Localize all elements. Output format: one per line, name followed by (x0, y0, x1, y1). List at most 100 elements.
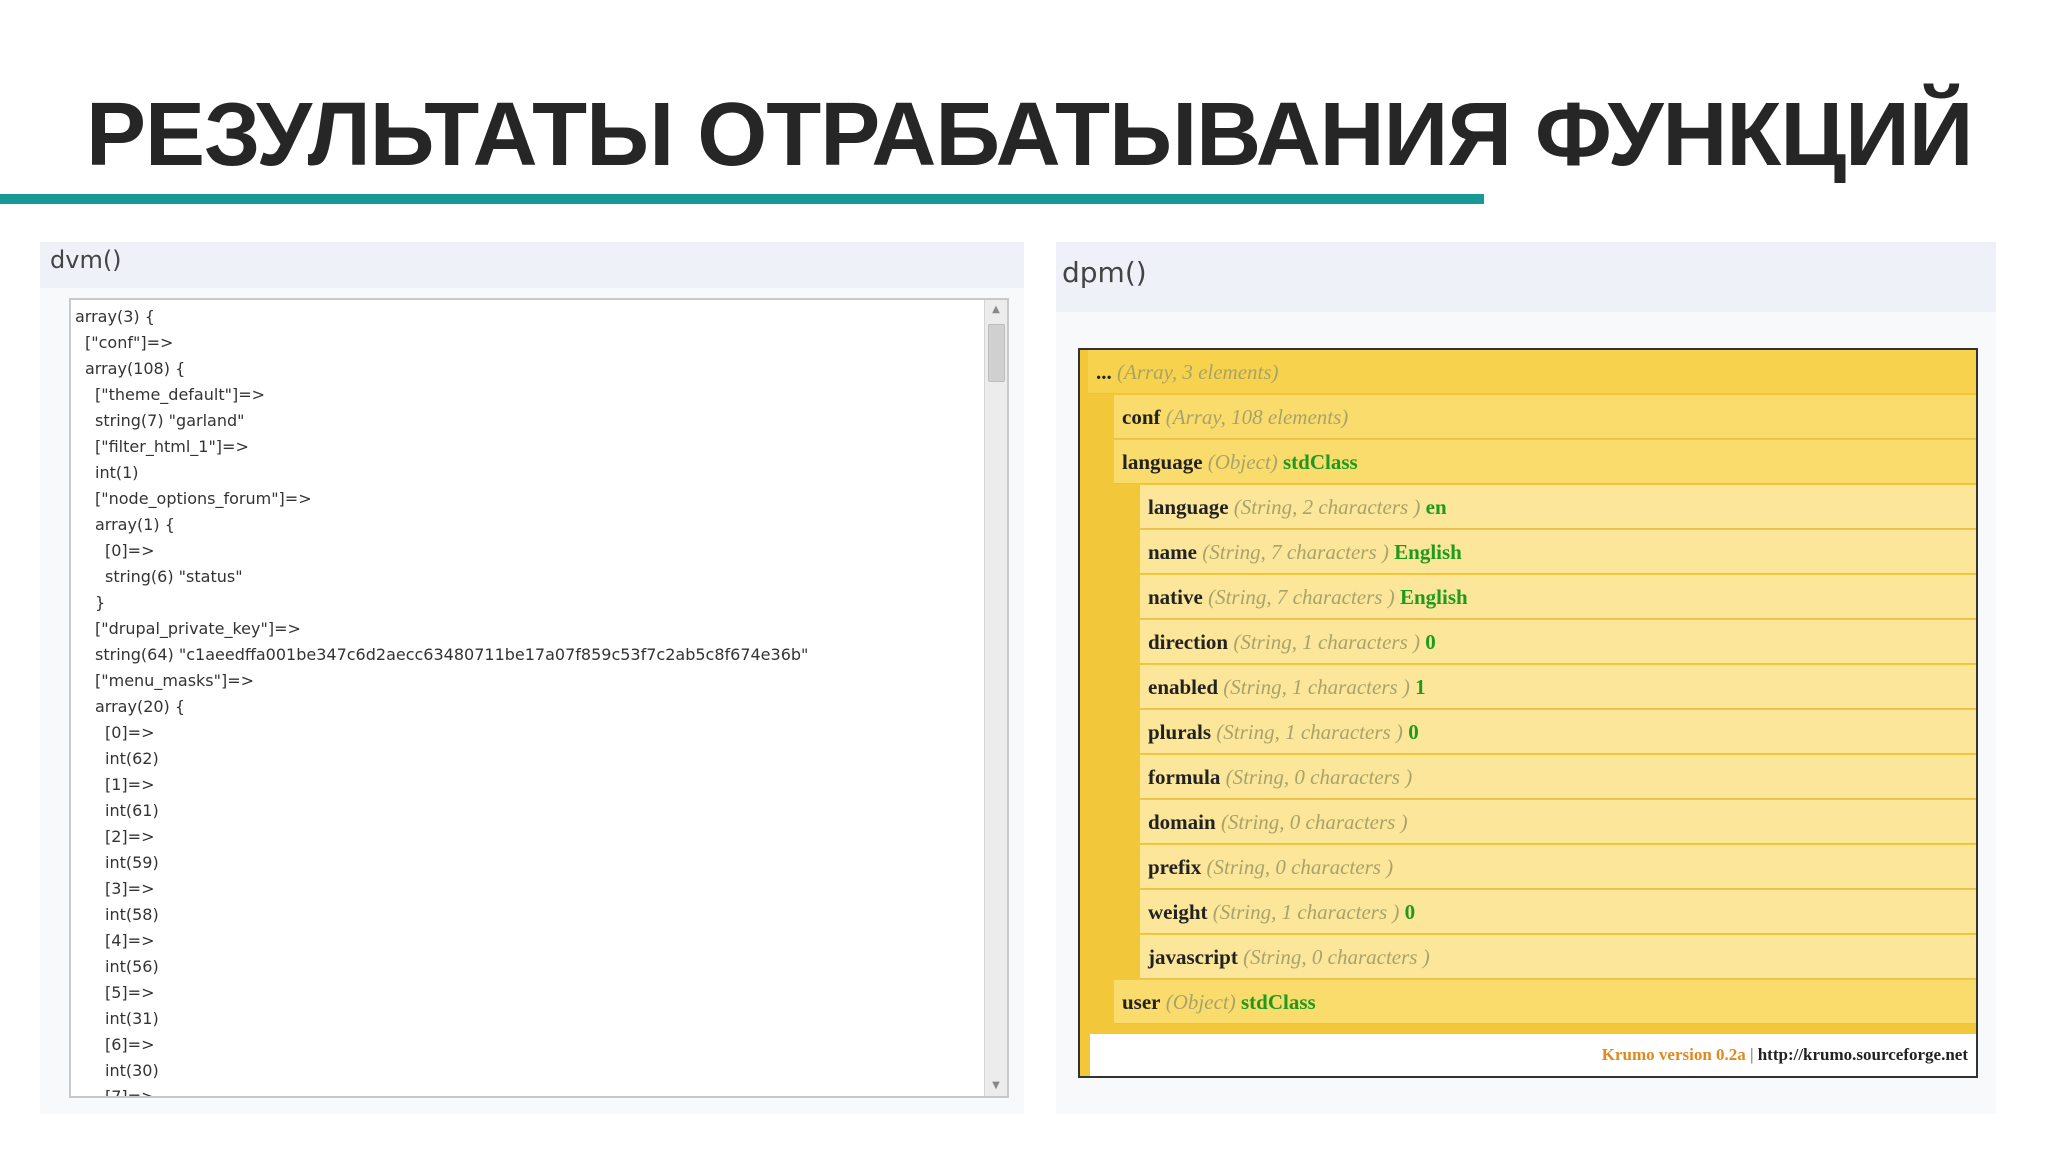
krumo-row[interactable]: language (Object) stdClass (1114, 440, 1976, 484)
scroll-up-icon[interactable]: ▲ (985, 300, 1007, 320)
krumo-row[interactable]: enabled (String, 1 characters ) 1 (1140, 665, 1976, 709)
code-line: string(6) "status" (105, 567, 243, 586)
code-line: string(64) "c1aeedffa001be347c6d2aecc634… (95, 645, 809, 664)
code-line: int(59) (105, 853, 159, 872)
krumo-type: (String, 0 characters ) (1225, 765, 1413, 789)
code-line: array(108) { (85, 359, 186, 378)
krumo-type: (String, 1 characters ) (1216, 720, 1403, 744)
code-line: ["drupal_private_key"]=> (95, 619, 301, 638)
krumo-row[interactable]: conf (Array, 108 elements) (1114, 395, 1976, 439)
code-line: ["theme_default"]=> (95, 385, 265, 404)
krumo-row[interactable]: user (Object) stdClass (1114, 980, 1976, 1024)
dvm-scrollbar[interactable]: ▲ ▼ (984, 300, 1007, 1096)
krumo-version: Krumo version 0.2a (1601, 1045, 1746, 1064)
krumo-row[interactable]: native (String, 7 characters ) English (1140, 575, 1976, 619)
krumo-type: (String, 0 characters ) (1243, 945, 1430, 969)
code-line: int(62) (105, 749, 159, 768)
code-line: [0]=> (105, 723, 155, 742)
krumo-key: name (1148, 540, 1197, 564)
krumo-type: (String, 2 characters ) (1233, 495, 1421, 519)
krumo-row[interactable]: language (String, 2 characters ) en (1140, 485, 1976, 529)
code-line: int(58) (105, 905, 159, 924)
dvm-output-box[interactable]: array(3) { ["conf"]=> array(108) { ["theme_… (69, 298, 1009, 1098)
code-line: [2]=> (105, 827, 155, 846)
dpm-header: dpm() (1056, 242, 1996, 312)
krumo-key: weight (1148, 900, 1208, 924)
code-line: [4]=> (105, 931, 155, 950)
krumo-row[interactable]: name (String, 7 characters ) English (1140, 530, 1976, 574)
code-line: array(1) { (95, 515, 175, 534)
krumo-key: domain (1148, 810, 1216, 834)
code-line: int(56) (105, 957, 159, 976)
krumo-row[interactable]: domain (String, 0 characters ) (1140, 800, 1976, 844)
krumo-value: 0 (1408, 720, 1419, 744)
krumo-key: language (1122, 450, 1203, 474)
krumo-value: 0 (1425, 630, 1436, 654)
krumo-row[interactable]: prefix (String, 0 characters ) (1140, 845, 1976, 889)
krumo-key: direction (1148, 630, 1229, 654)
krumo-value: English (1394, 540, 1462, 564)
krumo-type: (Object) (1207, 450, 1278, 474)
code-line: ["node_options_forum"]=> (95, 489, 312, 508)
code-line: [0]=> (105, 541, 155, 560)
krumo-type: (String, 0 characters ) (1206, 855, 1394, 879)
krumo-row[interactable]: direction (String, 1 characters ) 0 (1140, 620, 1976, 664)
krumo-type: (String, 0 characters ) (1220, 810, 1408, 834)
krumo-key: prefix (1148, 855, 1202, 879)
code-line: int(31) (105, 1009, 159, 1028)
krumo-key: native (1148, 585, 1203, 609)
krumo-key: conf (1122, 405, 1161, 429)
krumo-key: plurals (1148, 720, 1212, 744)
krumo-key: language (1148, 495, 1229, 519)
code-line: int(30) (105, 1061, 159, 1080)
krumo-row[interactable]: weight (String, 1 characters ) 0 (1140, 890, 1976, 934)
krumo-value: 0 (1404, 900, 1416, 924)
scroll-thumb[interactable] (988, 324, 1005, 382)
title-underline (0, 194, 1484, 204)
code-line: int(1) (95, 463, 139, 482)
code-line: [1]=> (105, 775, 155, 794)
code-line: int(61) (105, 801, 159, 820)
code-line: ["conf"]=> (85, 333, 174, 352)
krumo-type: (Array, 108 elements) (1165, 405, 1349, 429)
code-line: [5]=> (105, 983, 155, 1002)
krumo-key: enabled (1148, 675, 1219, 699)
scroll-down-icon[interactable]: ▼ (985, 1076, 1007, 1096)
krumo-type: (String, 1 characters ) (1212, 900, 1400, 924)
krumo-type: (String, 1 characters ) (1233, 630, 1421, 654)
code-line: [6]=> (105, 1035, 155, 1054)
code-line: string(7) "garland" (95, 411, 245, 430)
krumo-link[interactable]: http://krumo.sourceforge.net (1758, 1045, 1968, 1064)
krumo-value: stdClass (1282, 450, 1358, 474)
code-line: array(3) { (75, 307, 155, 326)
code-line: ["menu_masks"]=> (95, 671, 255, 690)
krumo-type: (String, 7 characters ) (1208, 585, 1395, 609)
krumo-type: (String, 7 characters ) (1202, 540, 1389, 564)
krumo-value: English (1399, 585, 1468, 609)
code-line: [3]=> (105, 879, 155, 898)
krumo-value: 1 (1415, 675, 1426, 699)
krumo-key: javascript (1148, 945, 1238, 969)
krumo-type: (Array, 3 elements) (1117, 360, 1279, 384)
krumo-key: ... (1096, 360, 1112, 384)
krumo-row[interactable]: formula (String, 0 characters ) (1140, 755, 1976, 799)
footer-separator: | (1750, 1045, 1754, 1064)
krumo-footer: Krumo version 0.2a | http://krumo.source… (1090, 1034, 1976, 1076)
krumo-value: en (1425, 495, 1447, 519)
dpm-label: dpm() (1062, 256, 1147, 289)
code-line: ["filter_html_1"]=> (95, 437, 249, 456)
krumo-tree: ... (Array, 3 elements) conf (Array, 108 … (1078, 348, 1978, 1078)
krumo-type: (Object) (1165, 990, 1236, 1014)
code-line: } (95, 593, 106, 612)
dvm-label: dvm() (50, 246, 122, 274)
krumo-key: formula (1148, 765, 1221, 789)
krumo-value: stdClass (1240, 990, 1316, 1014)
krumo-type: (String, 1 characters ) (1223, 675, 1410, 699)
krumo-row[interactable]: javascript (String, 0 characters ) (1140, 935, 1976, 979)
code-line: array(20) { (95, 697, 186, 716)
krumo-row[interactable]: plurals (String, 1 characters ) 0 (1140, 710, 1976, 754)
krumo-key: user (1122, 990, 1161, 1014)
krumo-row[interactable]: ... (Array, 3 elements) (1088, 350, 1976, 394)
code-line: [7]=> (105, 1087, 155, 1098)
dvm-header: dvm() (40, 242, 1024, 288)
